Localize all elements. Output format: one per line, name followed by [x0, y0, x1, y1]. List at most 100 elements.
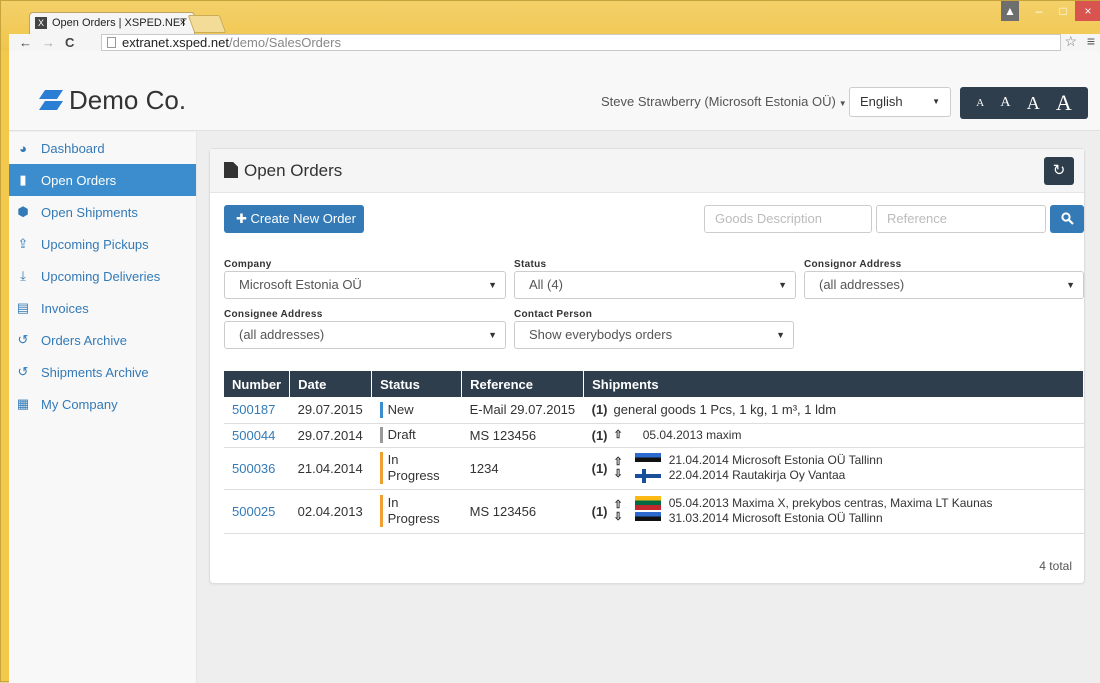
font-size-largest-button[interactable]: A — [1056, 90, 1072, 116]
main-content: Open Orders ↻ ✚ Create New Order Goods D… — [197, 132, 1100, 683]
table-row[interactable]: 500187 29.07.2015 New E-Mail 29.07.2015 … — [224, 397, 1084, 424]
shipment-line: 05.04.2013 maxim — [642, 427, 742, 442]
caret-down-icon: ▼ — [1066, 280, 1075, 290]
consignee-address-select[interactable]: (all addresses) ▼ — [224, 321, 506, 349]
status-value: All (4) — [529, 277, 563, 292]
page-title: Open Orders — [224, 161, 342, 181]
shipment-line: 21.04.2014 Microsoft Estonia OÜ Tallinn — [668, 453, 883, 467]
back-icon[interactable]: ← — [19, 35, 32, 50]
address-bar[interactable]: extranet.xsped.net/demo/SalesOrders — [101, 34, 1061, 51]
status-label: Status — [514, 259, 547, 270]
sidebar-item-upcoming-pickups[interactable]: ⇪ Upcoming Pickups — [9, 228, 196, 260]
font-size-small-button[interactable]: A — [1000, 95, 1010, 111]
order-number-link[interactable]: 500187 — [232, 402, 275, 417]
delivery-icon: ⇩ — [613, 468, 623, 480]
search-button[interactable] — [1050, 205, 1084, 233]
sidebar-item-label: Orders Archive — [41, 332, 127, 348]
order-number-link[interactable]: 500025 — [232, 504, 275, 519]
panel-header: Open Orders ↻ — [210, 149, 1084, 193]
consignor-address-select[interactable]: (all addresses) ▼ — [804, 271, 1084, 299]
user-profile-icon[interactable]: ▲ — [1001, 1, 1019, 21]
user-menu[interactable]: Steve Strawberry (Microsoft Estonia OÜ) ▼ — [601, 94, 847, 109]
sidebar-item-orders-archive[interactable]: ↺ Orders Archive — [9, 324, 196, 356]
document-icon: ▮ — [19, 172, 27, 187]
refresh-button[interactable]: ↻ — [1044, 157, 1074, 185]
plus-icon: ✚ — [236, 211, 251, 226]
order-number-link[interactable]: 500044 — [232, 428, 275, 443]
caret-down-icon: ▼ — [776, 330, 785, 340]
shipment-count: (1) — [591, 503, 608, 519]
minimize-icon[interactable]: – — [1027, 1, 1051, 21]
language-value: English — [860, 94, 903, 109]
pdf-icon: ▤ — [16, 300, 30, 315]
forward-icon[interactable]: → — [42, 35, 55, 50]
company-logo[interactable]: Demo Co. — [39, 85, 186, 116]
sidebar-item-my-company[interactable]: ▦ My Company — [9, 388, 196, 420]
pickup-icon: ⇧ — [613, 456, 623, 468]
contact-person-select[interactable]: Show everybodys orders ▼ — [514, 321, 794, 349]
title-bar: X Open Orders | XSPED.NET × ▲ – □ × ← → … — [1, 1, 1100, 51]
shipment-line: 05.04.2013 Maxima X, prekybos centras, M… — [668, 496, 993, 510]
caret-down-icon: ▼ — [932, 97, 940, 106]
window-controls: ▲ – □ × — [1001, 1, 1100, 23]
font-size-smallest-button[interactable]: A — [976, 97, 984, 109]
sidebar-item-invoices[interactable]: ▤ Invoices — [9, 292, 196, 324]
goods-description-input[interactable]: Goods Description — [704, 205, 872, 233]
estonia-flag-icon — [634, 512, 661, 526]
sidebar-item-label: Open Shipments — [41, 204, 138, 220]
order-status-cell: Draft — [371, 423, 462, 448]
sidebar-item-label: Invoices — [41, 300, 89, 316]
contact-person-label: Contact Person — [514, 309, 593, 320]
language-select[interactable]: English ▼ — [849, 87, 951, 117]
table-row[interactable]: 500036 21.04.2014 In Progress 1234 (1) ⇧ ⇩… — [224, 447, 1084, 490]
bookmark-star-icon[interactable]: ☆ — [1064, 33, 1077, 50]
column-header-date[interactable]: Date — [289, 371, 373, 397]
app-header: Demo Co. Steve Strawberry (Microsoft Est… — [9, 51, 1100, 131]
page-title-text: Open Orders — [244, 161, 343, 180]
reference-input[interactable]: Reference — [876, 205, 1046, 233]
browser-menu-icon[interactable]: ≡ — [1087, 33, 1095, 49]
column-header-shipments[interactable]: Shipments — [583, 371, 1084, 397]
order-number-cell: 500025 — [224, 489, 290, 534]
status-badge: Draft — [379, 427, 416, 443]
close-window-icon[interactable]: × — [1075, 1, 1100, 21]
page-icon — [107, 37, 116, 48]
new-tab-button[interactable] — [187, 15, 227, 33]
caret-down-icon: ▼ — [778, 280, 787, 290]
total-count: 4 total — [1039, 559, 1072, 573]
order-date: 29.07.2015 — [289, 397, 372, 424]
browser-tab[interactable]: X Open Orders | XSPED.NET × — [29, 12, 195, 34]
column-header-reference[interactable]: Reference — [461, 371, 585, 397]
sidebar-item-label: Shipments Archive — [41, 364, 149, 380]
sidebar-item-open-shipments[interactable]: ⬢ Open Shipments — [9, 196, 196, 228]
shipment-count: (1) — [591, 460, 608, 476]
pickup-icon: ⇧ — [613, 499, 623, 511]
search-icon — [1060, 212, 1074, 225]
consignee-address-label: Consignee Address — [224, 309, 323, 320]
order-number-link[interactable]: 500036 — [232, 461, 275, 476]
sidebar-item-label: Upcoming Pickups — [41, 236, 149, 252]
sidebar-item-shipments-archive[interactable]: ↺ Shipments Archive — [9, 356, 196, 388]
maximize-icon[interactable]: □ — [1051, 1, 1075, 21]
consignor-address-label: Consignor Address — [804, 259, 902, 270]
sidebar-item-upcoming-deliveries[interactable]: ⤓ Upcoming Deliveries — [9, 260, 196, 292]
font-size-large-button[interactable]: A — [1027, 93, 1040, 114]
sidebar-item-dashboard[interactable]: ◕ Dashboard — [9, 132, 196, 164]
tab-close-icon[interactable]: × — [180, 13, 186, 33]
column-header-status[interactable]: Status — [371, 371, 463, 397]
sidebar-item-open-orders[interactable]: ▮ Open Orders — [9, 164, 196, 196]
order-status-cell: In Progress — [371, 447, 462, 490]
sidebar-item-label: My Company — [41, 396, 118, 412]
download-icon: ⤓ — [20, 268, 26, 283]
table-row[interactable]: 500044 29.07.2014 Draft MS 123456 (1) ⇧ 05… — [224, 423, 1084, 448]
shipment-line: 22.04.2014 Rautakirja Oy Vantaa — [668, 468, 846, 482]
reload-icon[interactable]: C — [65, 35, 74, 50]
column-header-number[interactable]: Number — [224, 371, 291, 397]
url-host: extranet.xsped.net — [122, 35, 229, 50]
table-row[interactable]: 500025 02.04.2013 In Progress MS 123456 … — [224, 489, 1084, 534]
create-new-order-button[interactable]: ✚ Create New Order — [224, 205, 364, 233]
company-select[interactable]: Microsoft Estonia OÜ ▼ — [224, 271, 506, 299]
company-value: Microsoft Estonia OÜ — [239, 277, 362, 292]
status-select[interactable]: All (4) ▼ — [514, 271, 796, 299]
company-label: Company — [224, 259, 272, 270]
